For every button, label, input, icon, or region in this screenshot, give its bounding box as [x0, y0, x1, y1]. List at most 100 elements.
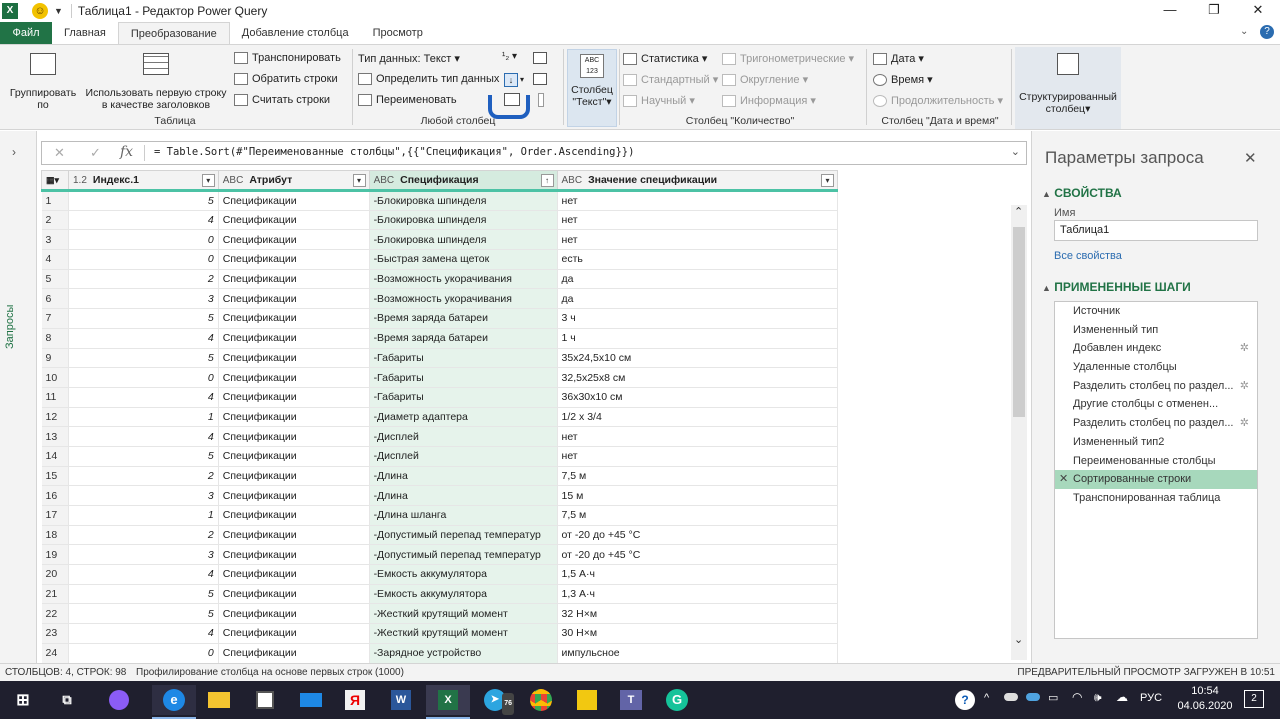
- cell-attribute[interactable]: Спецификации: [218, 367, 370, 388]
- column-header-attribute[interactable]: ABC Атрибут ▾: [217, 170, 370, 192]
- table-row[interactable]: 6 3 Спецификации -Возможность укорачивания д…: [41, 288, 838, 310]
- row-number[interactable]: 8: [41, 328, 69, 349]
- cell-attribute[interactable]: Спецификации: [218, 328, 370, 349]
- type-text-icon[interactable]: ABC: [374, 175, 395, 186]
- row-number[interactable]: 9: [41, 348, 69, 369]
- row-number[interactable]: 4: [41, 249, 69, 270]
- applied-step[interactable]: Измененный тип: [1055, 321, 1257, 340]
- cell-specification[interactable]: -Дисплей: [369, 426, 558, 447]
- group-by-button[interactable]: Группировать по: [6, 53, 80, 111]
- power-bi-icon[interactable]: [577, 690, 597, 710]
- table-row[interactable]: 23 4 Спецификации -Жесткий крутящий момент 3…: [41, 623, 838, 644]
- fx-icon[interactable]: fx: [120, 144, 133, 160]
- all-properties-link[interactable]: Все свойства: [1054, 250, 1122, 262]
- cell-specification[interactable]: -Возможность укорачивания: [369, 269, 558, 290]
- table-row[interactable]: 17 1 Спецификации -Длина шланга 7,5 м: [41, 505, 838, 526]
- cell-attribute[interactable]: Спецификации: [218, 623, 370, 644]
- time-dropdown[interactable]: Время ▾: [873, 73, 933, 86]
- cell-attribute[interactable]: Спецификации: [218, 426, 370, 447]
- table-row[interactable]: 11 4 Спецификации -Габариты 36x30x10 см: [41, 387, 838, 408]
- tab-view[interactable]: Просмотр: [361, 22, 435, 44]
- cell-index[interactable]: 1: [68, 407, 219, 428]
- column-header-spec-value[interactable]: ABC Значение спецификации ▾: [556, 170, 838, 192]
- restore-icon[interactable]: ❐: [1192, 0, 1236, 22]
- onedrive-business-icon[interactable]: [1026, 693, 1040, 701]
- cell-spec-value[interactable]: от -20 до +45 °C: [557, 544, 838, 566]
- sort-ascending-icon[interactable]: ↑: [540, 174, 554, 187]
- cell-index[interactable]: 2: [68, 269, 219, 290]
- cell-specification[interactable]: -Габариты: [369, 387, 558, 408]
- cell-index[interactable]: 4: [68, 623, 219, 644]
- row-number[interactable]: 13: [41, 426, 69, 447]
- confirm-formula-icon[interactable]: ✓: [90, 145, 101, 161]
- cell-attribute[interactable]: Спецификации: [218, 407, 370, 428]
- file-explorer-icon[interactable]: [208, 692, 230, 708]
- cell-spec-value[interactable]: 1,5 А·ч: [557, 564, 838, 585]
- cell-index[interactable]: 1: [68, 505, 219, 526]
- cell-spec-value[interactable]: есть: [557, 249, 838, 270]
- cell-spec-value[interactable]: 7,5 м: [557, 466, 838, 487]
- use-first-row-button[interactable]: Использовать первую строку в качестве за…: [82, 53, 230, 111]
- table-row[interactable]: 20 4 Спецификации -Емкость аккумулятора 1,5 …: [41, 564, 838, 585]
- cell-specification[interactable]: -Возможность укорачивания: [369, 288, 558, 310]
- table-row[interactable]: 24 0 Спецификации -Зарядное устройство импул…: [41, 643, 838, 663]
- cell-attribute[interactable]: Спецификации: [218, 249, 370, 270]
- table-row[interactable]: 22 5 Спецификации -Жесткий крутящий момент 3…: [41, 603, 838, 625]
- row-number[interactable]: 1: [41, 190, 69, 211]
- cell-specification[interactable]: -Длина шланга: [369, 505, 558, 526]
- date-dropdown[interactable]: Дата ▾: [873, 52, 924, 65]
- table-row[interactable]: 2 4 Спецификации -Блокировка шпинделя нет: [41, 210, 838, 231]
- table-row[interactable]: 15 2 Спецификации -Длина 7,5 м: [41, 466, 838, 487]
- type-text-icon[interactable]: ABC: [562, 175, 583, 186]
- delete-step-icon[interactable]: ✕: [1059, 470, 1068, 489]
- unpivot-columns-icon[interactable]: [533, 73, 547, 85]
- expand-queries-icon[interactable]: ›: [12, 145, 16, 159]
- row-number[interactable]: 11: [41, 387, 69, 408]
- cell-index[interactable]: 5: [68, 603, 219, 625]
- store-icon[interactable]: [256, 691, 274, 709]
- queries-label[interactable]: Запросы: [4, 305, 16, 349]
- cell-specification[interactable]: -Быстрая замена щеток: [369, 249, 558, 270]
- scroll-up-icon[interactable]: ⌃: [1014, 205, 1023, 218]
- table-row[interactable]: 16 3 Спецификации -Длина 15 м: [41, 485, 838, 506]
- table-row[interactable]: 7 5 Спецификации -Время заряда батареи 3 ч: [41, 308, 838, 329]
- row-number[interactable]: 17: [41, 505, 69, 526]
- applied-step[interactable]: Разделить столбец по раздел... ✲: [1055, 377, 1257, 396]
- yandex-browser-icon[interactable]: Я: [345, 690, 365, 710]
- cell-specification[interactable]: -Длина: [369, 485, 558, 506]
- convert-to-list-icon[interactable]: [538, 93, 544, 107]
- cell-attribute[interactable]: Спецификации: [218, 210, 370, 231]
- table-row[interactable]: 18 2 Спецификации -Допустимый перепад темпе…: [41, 525, 838, 546]
- cell-spec-value[interactable]: 1/2 x 3/4: [557, 407, 838, 428]
- cell-spec-value[interactable]: от -20 до +45 °C: [557, 525, 838, 546]
- scroll-down-icon[interactable]: ⌄: [1014, 633, 1023, 646]
- cell-index[interactable]: 2: [68, 525, 219, 546]
- applied-step[interactable]: Удаленные столбцы: [1055, 358, 1257, 377]
- alice-assistant-icon[interactable]: [109, 690, 129, 710]
- cancel-formula-icon[interactable]: ✕: [54, 145, 65, 161]
- expand-formula-icon[interactable]: ⌄: [1011, 145, 1020, 158]
- cell-spec-value[interactable]: нет: [557, 426, 838, 447]
- telegram-icon[interactable]: ➤ 76: [484, 689, 514, 715]
- cell-specification[interactable]: -Жесткий крутящий момент: [369, 623, 558, 644]
- row-number[interactable]: 15: [41, 466, 69, 487]
- cell-specification[interactable]: -Диаметр адаптера: [369, 407, 558, 428]
- cell-spec-value[interactable]: импульсное: [557, 643, 838, 663]
- cell-attribute[interactable]: Спецификации: [218, 544, 370, 566]
- cell-spec-value[interactable]: 15 м: [557, 485, 838, 506]
- cell-index[interactable]: 5: [68, 348, 219, 369]
- reverse-rows-button[interactable]: Обратить строки: [234, 73, 338, 85]
- table-row[interactable]: 3 0 Спецификации -Блокировка шпинделя нет: [41, 229, 838, 251]
- cell-spec-value[interactable]: 32,5x25x8 см: [557, 367, 838, 388]
- formula-input[interactable]: = Table.Sort(#"Переименованные столбцы",…: [154, 146, 634, 158]
- cell-index[interactable]: 4: [68, 328, 219, 349]
- cell-index[interactable]: 0: [68, 643, 219, 663]
- table-row[interactable]: 12 1 Спецификации -Диаметр адаптера 1/2 x 3/…: [41, 407, 838, 428]
- filter-dropdown-icon[interactable]: ▾: [201, 174, 215, 187]
- cell-specification[interactable]: -Зарядное устройство: [369, 643, 558, 663]
- table-row[interactable]: 21 5 Спецификации -Емкость аккумулятора 1,3 …: [41, 584, 838, 605]
- cell-specification[interactable]: -Блокировка шпинделя: [369, 210, 558, 231]
- filter-dropdown-icon[interactable]: ▾: [821, 174, 834, 187]
- cell-specification[interactable]: -Габариты: [369, 348, 558, 369]
- cell-index[interactable]: 0: [68, 249, 219, 270]
